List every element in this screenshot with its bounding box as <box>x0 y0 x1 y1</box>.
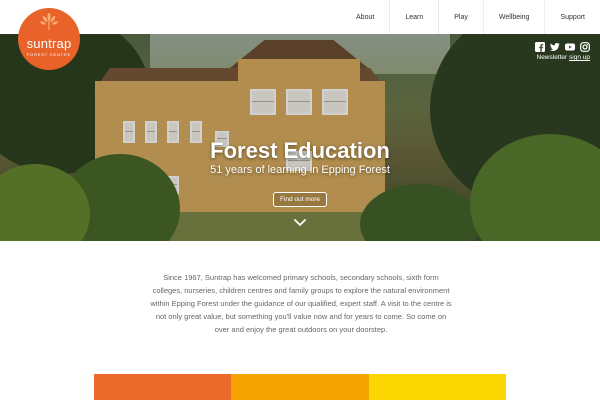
main-nav: About Learn Play Wellbeing Support <box>341 0 600 34</box>
social-links <box>535 42 590 52</box>
nav-wellbeing[interactable]: Wellbeing <box>482 0 545 34</box>
find-out-more-button[interactable]: Find out more <box>273 192 327 207</box>
site-logo[interactable]: suntrap FOREST CENTRE <box>18 8 80 70</box>
nav-support[interactable]: Support <box>544 0 600 34</box>
nav-play[interactable]: Play <box>438 0 483 34</box>
logo-wordmark: suntrap <box>26 35 72 51</box>
color-bar-amber <box>231 374 369 400</box>
site-header: About Learn Play Wellbeing Support <box>0 0 600 34</box>
twitter-icon[interactable] <box>550 42 560 52</box>
nav-about[interactable]: About <box>341 0 389 34</box>
intro-paragraph: Since 1967, Suntrap has welcomed primary… <box>150 273 452 334</box>
color-bar-orange <box>94 374 232 400</box>
youtube-icon[interactable] <box>565 42 575 52</box>
logo-subtitle: FOREST CENTRE <box>26 51 72 57</box>
color-bar-yellow <box>368 374 506 400</box>
hero-subtitle: 51 years of learning in Epping Forest <box>210 164 390 176</box>
facebook-icon[interactable] <box>535 42 545 52</box>
newsletter-label: Newsletter <box>536 54 568 61</box>
newsletter-signup: Newsletter sign up <box>537 54 591 61</box>
color-bar <box>94 374 506 400</box>
hero-banner: Newsletter sign up Forest Education 51 y… <box>0 34 600 241</box>
newsletter-signup-link[interactable]: sign up <box>569 54 590 61</box>
hero-title: Forest Education <box>210 138 390 163</box>
leaf-icon <box>40 13 58 30</box>
instagram-icon[interactable] <box>580 42 590 52</box>
nav-learn[interactable]: Learn <box>389 0 438 34</box>
chevron-down-icon[interactable] <box>293 218 307 228</box>
